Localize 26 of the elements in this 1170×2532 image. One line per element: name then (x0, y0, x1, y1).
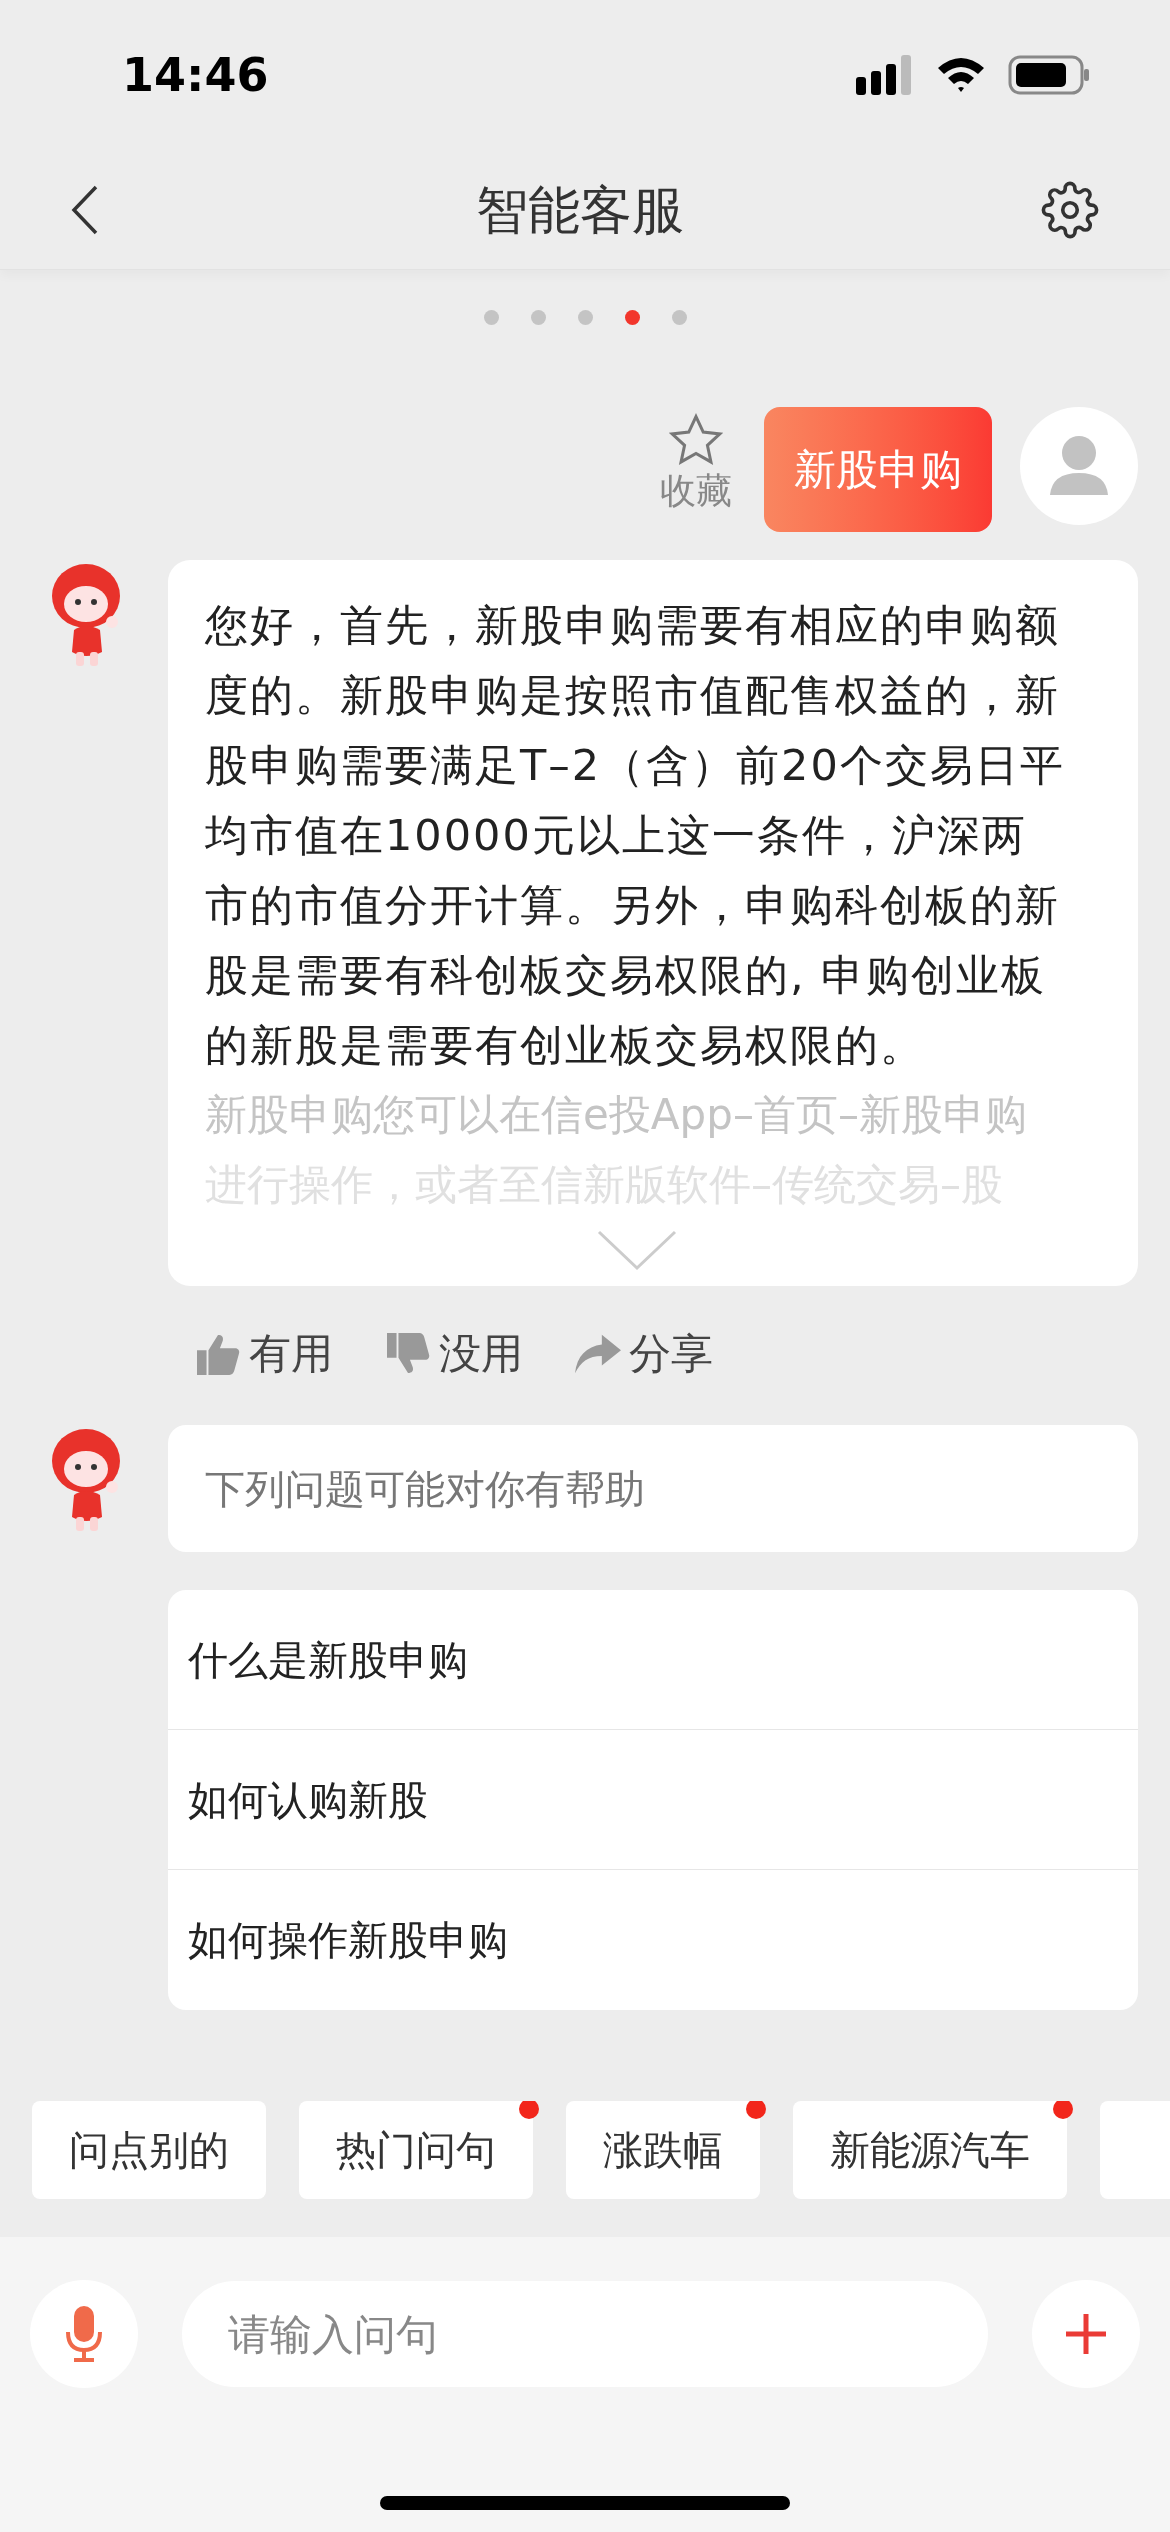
page-title: 智能客服 (476, 178, 684, 242)
suggested-question[interactable]: 如何操作新股申购 (168, 1870, 1138, 2010)
question-input[interactable]: 请输入问句 (182, 2281, 988, 2387)
signal-icon (856, 55, 914, 95)
battery-icon (1008, 55, 1090, 95)
wifi-icon (936, 56, 986, 94)
user-message-bubble: 新股申购 (764, 407, 992, 532)
quick-question-chip[interactable]: 问点别的 (32, 2101, 266, 2199)
quick-question-chip[interactable]: 新能源汽车 (793, 2101, 1067, 2199)
suggested-question[interactable]: 什么是新股申购 (168, 1590, 1138, 1730)
feedback-button[interactable]: 没用 (385, 1322, 523, 1385)
feedback-button[interactable]: 分享 (575, 1322, 713, 1385)
suggestion-intro: 下列问题可能对你有帮助 (168, 1425, 1138, 1552)
microphone-icon (64, 2304, 104, 2364)
faded-answer-text: 新股申购您可以在信e投App–首页–新股申购 (205, 1089, 1028, 1141)
thumbs-up-icon (195, 1332, 241, 1375)
feedback-button[interactable]: 有用 (195, 1322, 333, 1385)
share-arrow-icon (575, 1333, 621, 1374)
thumbs-down-icon (385, 1332, 431, 1375)
status-time: 14:46 (122, 46, 269, 104)
answer-text: 您好，首先，新股申购需要有相应的申购额度的。新股申购是按照市值配售权益的，新股申购需要满足T–2（含）前20个交易日平均市值在10000元以上这一条件，沪深两市的市值分开计算。另外，申购科创板的新股是需要有科创板交易权限的, 申购创业板的新股是需要有创业板交易权限的。 (205, 599, 1066, 1072)
star-icon (668, 413, 724, 467)
quick-question-chip[interactable]: 涨跌幅 (566, 2101, 760, 2199)
settings-button[interactable] (1040, 179, 1100, 240)
quick-question-chip[interactable]: 热门问句 (299, 2101, 533, 2199)
suggested-question[interactable]: 如何认购新股 (168, 1730, 1138, 1870)
